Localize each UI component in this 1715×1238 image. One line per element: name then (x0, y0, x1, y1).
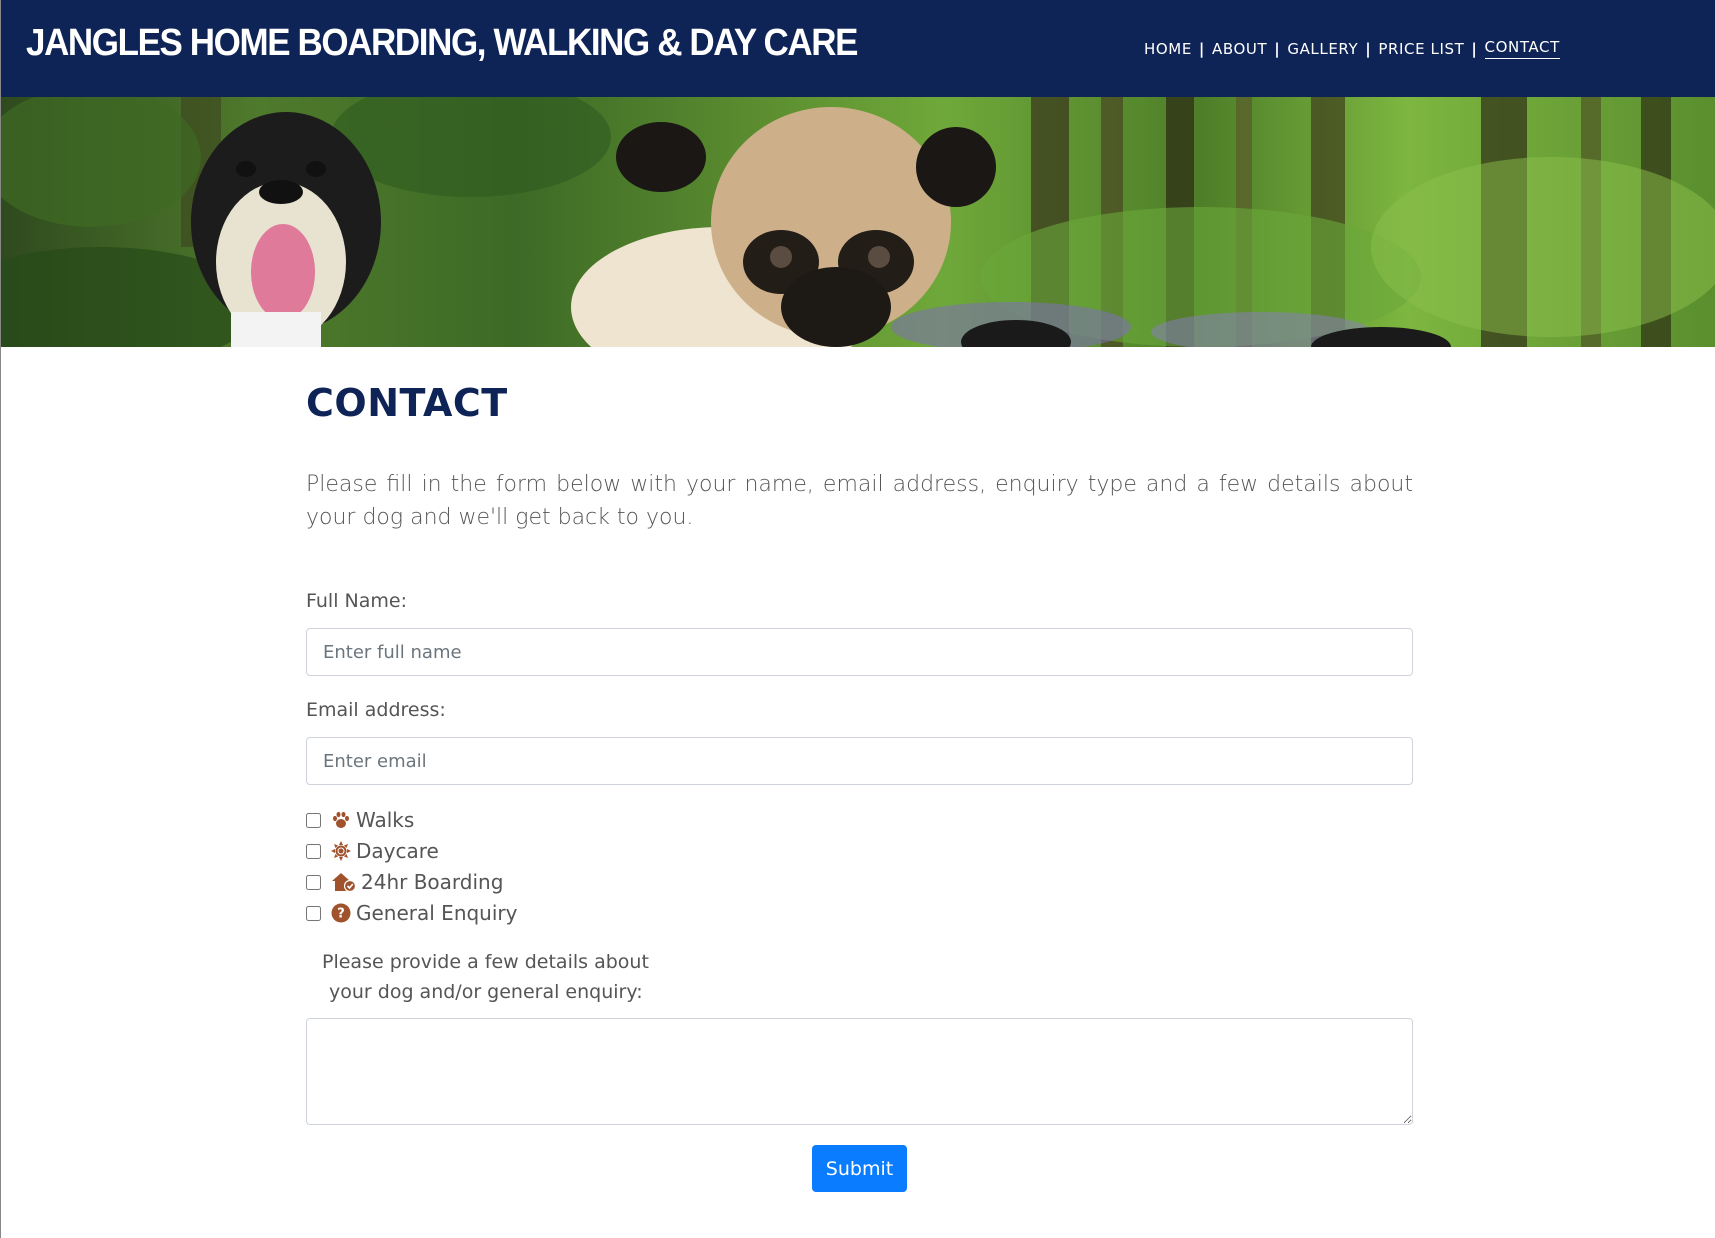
site-brand[interactable]: JANGLES HOME BOARDING, WALKING & DAY CAR… (26, 22, 858, 65)
house-check-icon (330, 871, 357, 893)
details-label: Please provide a few details about your … (322, 947, 649, 1007)
nav-gallery-link[interactable]: GALLERY (1287, 40, 1358, 58)
walks-label: Walks (356, 808, 415, 832)
nav-about-link[interactable]: ABOUT (1212, 40, 1267, 58)
full-name-label: Full Name: (306, 590, 407, 612)
details-textarea[interactable] (306, 1018, 1413, 1125)
option-boarding: 24hr Boarding (306, 870, 503, 894)
submit-button[interactable]: Submit (812, 1145, 907, 1192)
general-enquiry-label: General Enquiry (356, 901, 518, 925)
email-label: Email address: (306, 699, 446, 721)
main-nav: HOME | ABOUT | GALLERY | PRICE LIST | CO… (1144, 38, 1560, 59)
option-daycare: Daycare (306, 839, 439, 863)
page-title: CONTACT (306, 381, 508, 425)
nav-separator: | (1198, 39, 1205, 58)
top-navbar: JANGLES HOME BOARDING, WALKING & DAY CAR… (1, 0, 1715, 97)
svg-text:?: ? (337, 907, 345, 922)
nav-price-list-link[interactable]: PRICE LIST (1378, 40, 1464, 58)
daycare-label: Daycare (356, 839, 439, 863)
option-general-enquiry: ? General Enquiry (306, 901, 517, 925)
paw-icon (330, 809, 352, 831)
nav-home-link[interactable]: HOME (1144, 40, 1192, 58)
nav-separator: | (1365, 39, 1372, 58)
question-circle-icon: ? (330, 902, 352, 924)
intro-text: Please fill in the form below with your … (306, 472, 1413, 530)
details-label-line-2: your dog and/or general enquiry: (329, 981, 643, 1003)
sun-icon (330, 840, 352, 862)
details-label-line-1: Please provide a few details about (322, 951, 649, 973)
nav-contact-link[interactable]: CONTACT (1484, 38, 1560, 59)
nav-separator: | (1471, 39, 1478, 58)
boarding-checkbox[interactable] (306, 874, 321, 890)
email-input[interactable] (306, 737, 1413, 785)
general-enquiry-checkbox[interactable] (306, 905, 321, 921)
dogs-in-woodland-photo (1, 97, 1715, 347)
walks-checkbox[interactable] (306, 812, 321, 828)
full-name-input[interactable] (306, 628, 1413, 676)
hero-banner (1, 97, 1715, 347)
daycare-checkbox[interactable] (306, 843, 321, 859)
boarding-label: 24hr Boarding (361, 870, 504, 894)
option-walks: Walks (306, 808, 414, 832)
nav-separator: | (1274, 39, 1281, 58)
